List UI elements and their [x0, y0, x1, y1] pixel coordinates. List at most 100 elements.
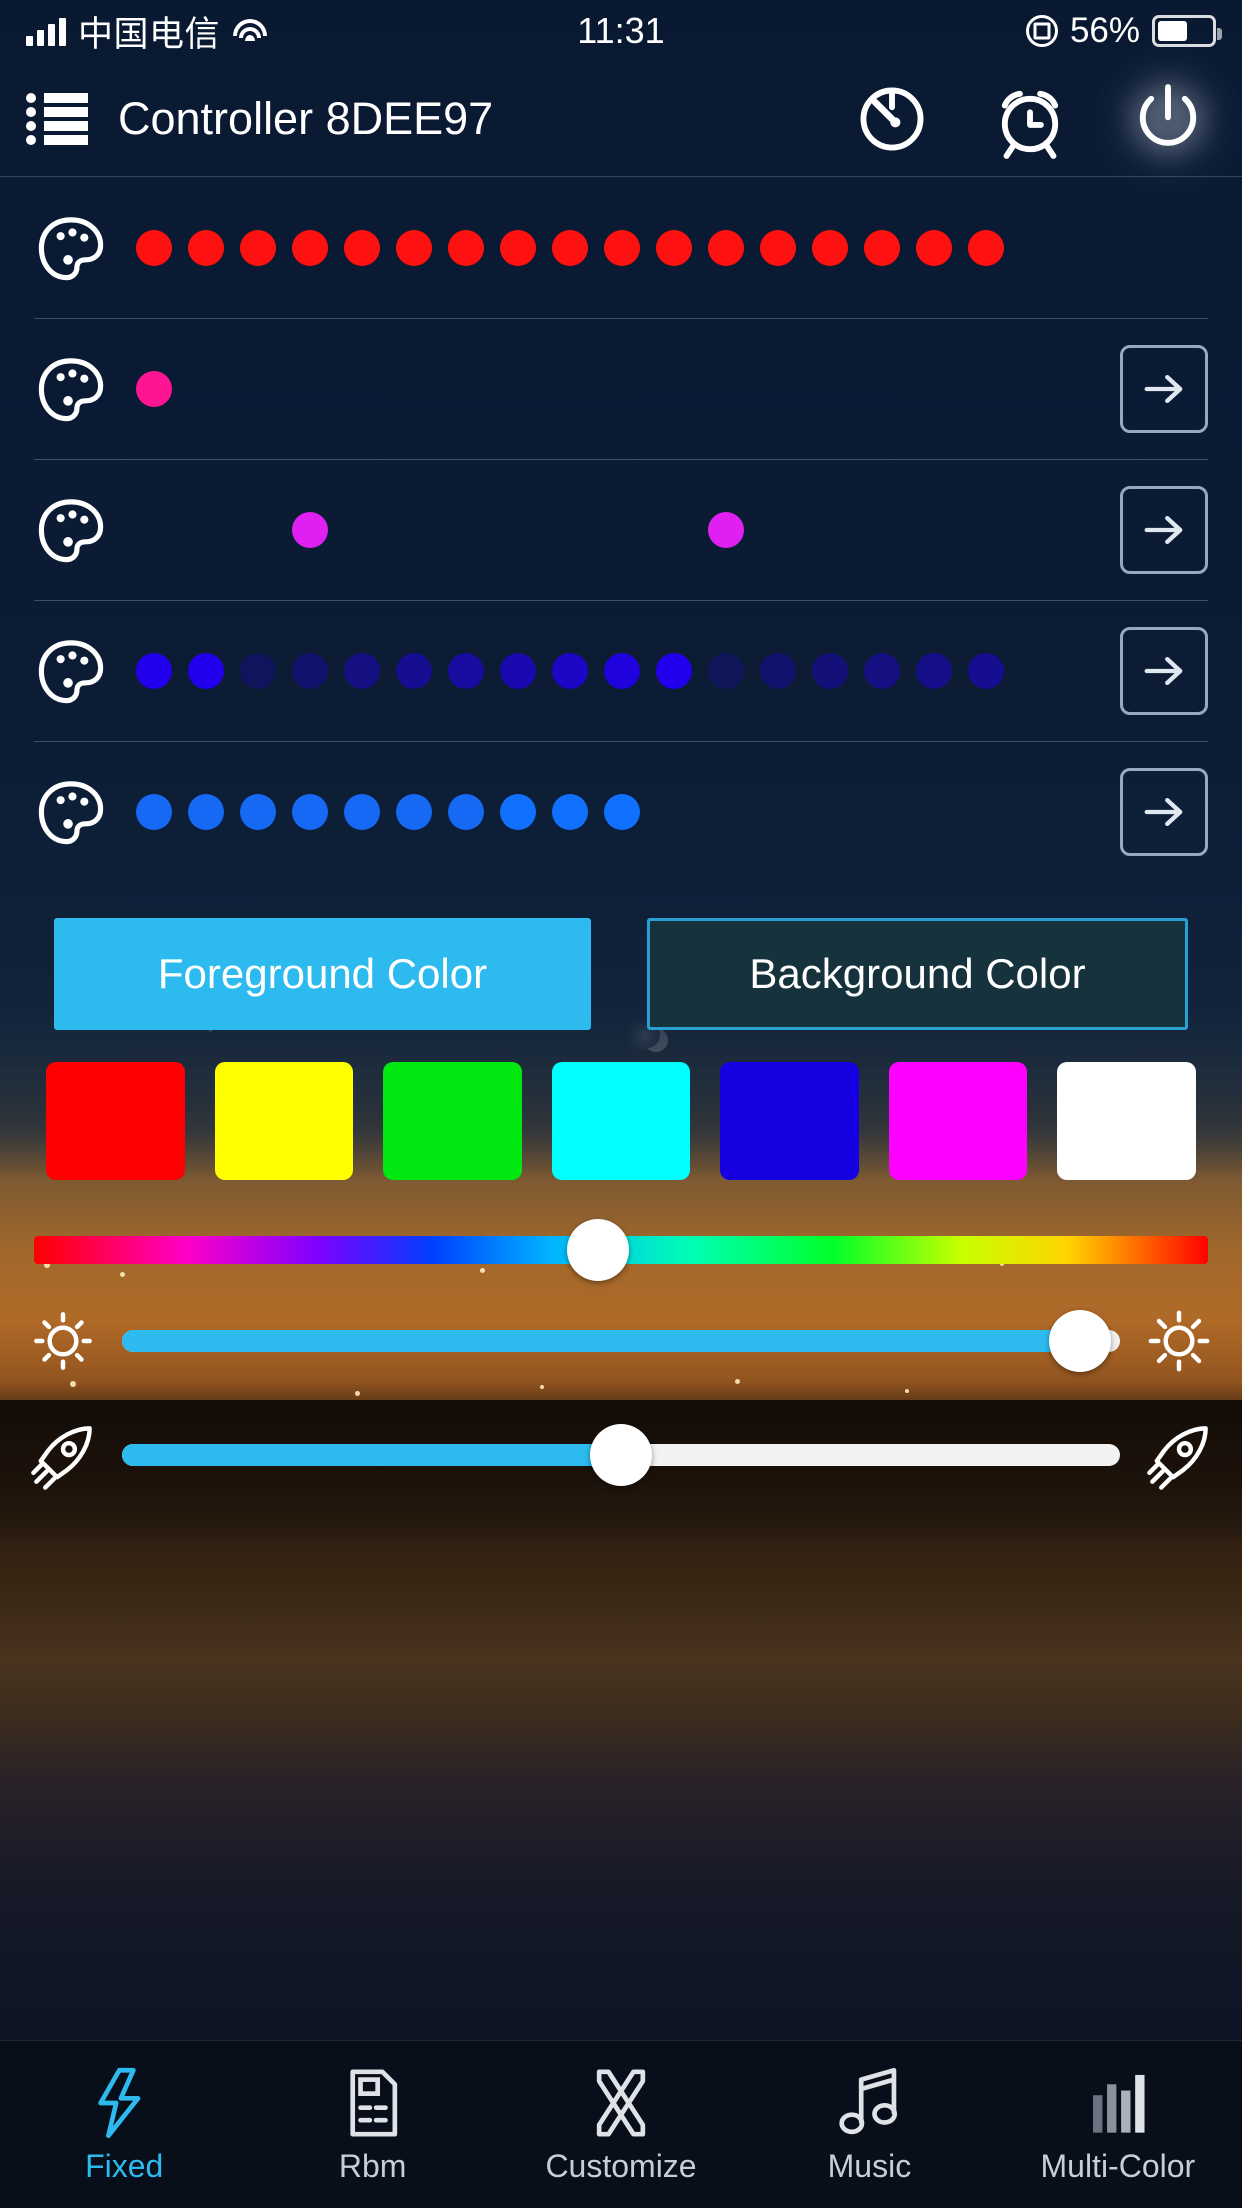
tab-label: Music: [827, 2148, 912, 2184]
background-color-button[interactable]: Background Color: [647, 918, 1188, 1030]
pattern-dot: [864, 652, 900, 689]
row-detail-button[interactable]: [1120, 344, 1208, 433]
pattern-dot: [344, 512, 380, 548]
palette-icon[interactable]: [34, 775, 108, 849]
brightness-high-icon: [1142, 1304, 1216, 1378]
pattern-dot: [292, 229, 328, 266]
palette-icon[interactable]: [34, 352, 108, 426]
pattern-dot: [552, 371, 588, 407]
color-swatch-row: [0, 1030, 1242, 1180]
palette-icon[interactable]: [34, 211, 108, 285]
pattern-dot: [240, 229, 276, 266]
swatch-magenta[interactable]: [888, 1062, 1028, 1180]
tab-rbm[interactable]: Rbm: [248, 2064, 496, 2185]
pattern-dot: [968, 229, 1004, 266]
palette-icon[interactable]: [34, 493, 108, 567]
tab-label: Multi-Color: [1040, 2148, 1196, 2184]
arrow-right-icon: [1144, 374, 1183, 403]
list-menu-icon[interactable]: [26, 93, 88, 145]
pattern-dot: [812, 652, 848, 689]
swatch-blue[interactable]: [720, 1062, 859, 1180]
pattern-dot: [188, 371, 224, 407]
pattern-dot: [500, 512, 536, 548]
crossed-ribbons-icon: [582, 2064, 660, 2142]
pattern-dot: [968, 371, 1004, 407]
row-detail-button[interactable]: [1120, 767, 1208, 856]
speed-slider-track[interactable]: [122, 1418, 1120, 1492]
pattern-dot: [448, 371, 484, 407]
document-icon: [334, 2064, 412, 2142]
pattern-dot: [760, 652, 796, 689]
swatch-red[interactable]: [46, 1062, 185, 1180]
timer-icon[interactable]: [850, 77, 934, 161]
palette-icon[interactable]: [34, 634, 108, 708]
pattern-dot: [968, 794, 1004, 830]
pattern-dot: [240, 652, 276, 689]
pattern-dot: [760, 371, 796, 407]
brightness-slider-track[interactable]: [122, 1304, 1120, 1378]
speed-slider: [0, 1378, 1242, 1492]
speed-slider-knob[interactable]: [590, 1424, 652, 1486]
pattern-dots: [108, 493, 1110, 567]
pattern-dot: [656, 229, 692, 266]
hue-slider-track[interactable]: [34, 1219, 1208, 1281]
battery-icon: [1152, 15, 1222, 47]
pattern-dot: [708, 652, 744, 689]
pattern-dot: [396, 512, 432, 548]
pattern-dot: [344, 793, 380, 830]
pattern-row[interactable]: [0, 459, 1242, 600]
pattern-dot: [916, 371, 952, 407]
pattern-dot: [760, 229, 796, 266]
arrow-right-icon: [1144, 656, 1183, 685]
tab-fixed[interactable]: Fixed: [0, 2064, 248, 2185]
pattern-dot: [344, 371, 380, 407]
pattern-dot: [864, 229, 900, 266]
pattern-dot: [240, 793, 276, 830]
pattern-dot: [552, 512, 588, 548]
pattern-dot: [760, 794, 796, 830]
equalizer-bars-icon: [1079, 2064, 1157, 2142]
swatch-white[interactable]: [1057, 1062, 1197, 1180]
brightness-slider-knob[interactable]: [1049, 1310, 1112, 1372]
foreground-color-button[interactable]: Foreground Color: [54, 918, 591, 1030]
pattern-dot: [968, 512, 1004, 548]
pattern-dot: [240, 371, 276, 407]
tab-music[interactable]: Music: [745, 2064, 993, 2185]
pattern-dot: [448, 793, 484, 830]
pattern-row[interactable]: [0, 741, 1242, 882]
pattern-dots: [108, 352, 1110, 426]
pattern-dot: [292, 371, 328, 407]
power-icon[interactable]: [1126, 77, 1210, 161]
pattern-dot: [604, 652, 640, 689]
pattern-dot: [552, 652, 588, 689]
pattern-row[interactable]: [0, 318, 1242, 459]
pattern-dot: [656, 512, 692, 548]
pattern-dot: [396, 793, 432, 830]
hue-slider[interactable]: [0, 1180, 1242, 1281]
alarm-clock-icon[interactable]: [988, 77, 1072, 161]
pattern-row[interactable]: [0, 177, 1242, 318]
row-detail-button[interactable]: [1120, 626, 1208, 715]
pattern-dot: [604, 229, 640, 266]
brightness-slider: [0, 1264, 1242, 1378]
tab-customize[interactable]: Customize: [497, 2064, 745, 2185]
hue-slider-knob[interactable]: [566, 1219, 629, 1281]
tab-label: Rbm: [338, 2148, 407, 2184]
pattern-row[interactable]: [0, 600, 1242, 741]
pattern-dot: [188, 652, 224, 689]
signal-bars-icon: [26, 16, 66, 46]
pattern-dot: [292, 652, 328, 689]
pattern-dot: [968, 652, 1004, 689]
pattern-dot: [448, 652, 484, 689]
swatch-yellow[interactable]: [214, 1062, 354, 1180]
pattern-dot: [552, 229, 588, 266]
pattern-dot: [708, 229, 744, 266]
swatch-green[interactable]: [383, 1062, 522, 1180]
pattern-dot: [136, 229, 172, 266]
pattern-dot: [136, 652, 172, 689]
row-detail-button[interactable]: [1120, 485, 1208, 574]
bottom-tab-bar: Fixed Rbm Customize Music Multi-Color: [0, 2040, 1242, 2208]
battery-percent: 56%: [1069, 11, 1140, 50]
tab-multi-color[interactable]: Multi-Color: [994, 2064, 1242, 2185]
swatch-cyan[interactable]: [551, 1062, 691, 1180]
